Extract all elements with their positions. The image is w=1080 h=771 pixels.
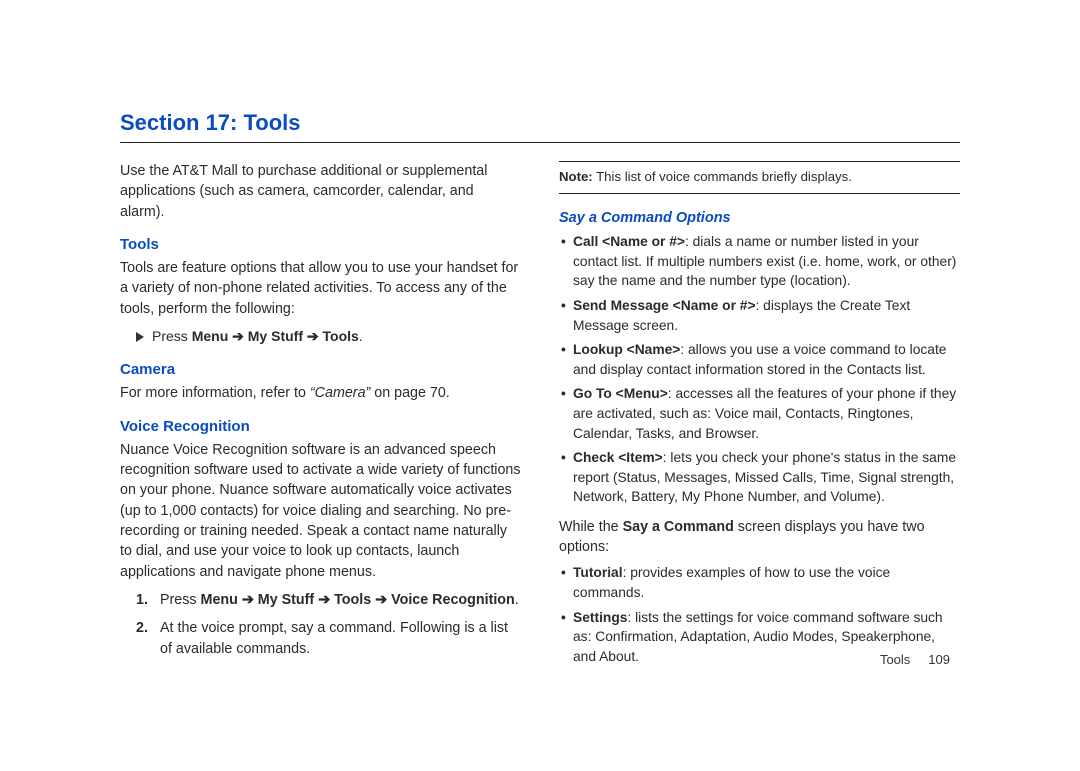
arrow-icon: ➔ <box>303 328 323 344</box>
step-number: 2. <box>136 618 160 659</box>
step-bold: My Stuff <box>258 592 314 608</box>
arrow-icon: ➔ <box>371 592 391 608</box>
arrow-icon: ➔ <box>228 328 248 344</box>
voice-recognition-paragraph: Nuance Voice Recognition software is an … <box>120 440 521 582</box>
mid-bold: Say a Command <box>623 519 734 535</box>
step-bold: Voice Recognition <box>391 592 515 608</box>
camera-text-pre: For more information, refer to <box>120 385 310 401</box>
two-column-layout: Use the AT&T Mall to purchase additional… <box>120 161 960 676</box>
say-command-heading: Say a Command Options <box>559 208 960 229</box>
cmd-name: Check <Item> <box>573 450 663 465</box>
list-item: Send Message <Name or #>: displays the C… <box>559 296 960 335</box>
note-label: Note: <box>559 169 593 184</box>
opt-name: Tutorial <box>573 565 623 580</box>
note-text: This list of voice commands briefly disp… <box>593 169 852 184</box>
step-post: . <box>515 592 519 608</box>
cmd-name: Lookup <Name> <box>573 342 680 357</box>
camera-heading: Camera <box>120 359 521 380</box>
voice-steps: 1. Press Menu ➔ My Stuff ➔ Tools ➔ Voice… <box>136 590 521 659</box>
camera-text-post: on page 70. <box>370 385 450 401</box>
step-text: Press Menu ➔ My Stuff ➔ Tools ➔ Voice Re… <box>160 590 519 610</box>
mid-paragraph: While the Say a Command screen displays … <box>559 517 960 558</box>
cmd-name: Go To <Menu> <box>573 386 668 401</box>
step-bold: Menu <box>201 592 238 608</box>
options-list: Tutorial: provides examples of how to us… <box>559 563 960 666</box>
camera-reference: “Camera” <box>310 385 370 401</box>
list-item: Go To <Menu>: accesses all the features … <box>559 384 960 443</box>
step-item: 1. Press Menu ➔ My Stuff ➔ Tools ➔ Voice… <box>136 590 521 610</box>
note-box: Note: This list of voice commands briefl… <box>559 161 960 194</box>
page-footer: Tools 109 <box>880 652 950 667</box>
voice-recognition-heading: Voice Recognition <box>120 416 521 437</box>
list-item: Tutorial: provides examples of how to us… <box>559 563 960 602</box>
tools-heading: Tools <box>120 234 521 255</box>
opt-name: Settings <box>573 610 627 625</box>
step-text: At the voice prompt, say a command. Foll… <box>160 618 521 659</box>
nav-mystuff: My Stuff <box>248 328 303 344</box>
step-bold: Tools <box>334 592 371 608</box>
nav-menu: Menu <box>192 328 229 344</box>
mid-pre: While the <box>559 519 623 535</box>
arrow-icon: ➔ <box>314 592 334 608</box>
intro-paragraph: Use the AT&T Mall to purchase additional… <box>120 161 521 222</box>
step-item: 2. At the voice prompt, say a command. F… <box>136 618 521 659</box>
nav-period: . <box>359 328 363 344</box>
list-item: Call <Name or #>: dials a name or number… <box>559 232 960 291</box>
nav-tools: Tools <box>323 328 359 344</box>
right-column: Note: This list of voice commands briefl… <box>559 161 960 676</box>
step-number: 1. <box>136 590 160 610</box>
command-list: Call <Name or #>: dials a name or number… <box>559 232 960 507</box>
section-title: Section 17: Tools <box>120 110 960 143</box>
nav-path: Press Menu ➔ My Stuff ➔ Tools. <box>136 327 521 347</box>
step-pre: Press <box>160 592 201 608</box>
triangle-icon <box>136 332 144 342</box>
list-item: Lookup <Name>: allows you use a voice co… <box>559 340 960 379</box>
page-number: 109 <box>928 652 950 667</box>
arrow-icon: ➔ <box>238 592 258 608</box>
cmd-name: Send Message <Name or #> <box>573 298 756 313</box>
cmd-name: Call <Name or #> <box>573 234 685 249</box>
tools-paragraph: Tools are feature options that allow you… <box>120 258 521 319</box>
list-item: Check <Item>: lets you check your phone'… <box>559 448 960 507</box>
nav-press: Press <box>152 328 192 344</box>
camera-paragraph: For more information, refer to “Camera” … <box>120 383 521 403</box>
left-column: Use the AT&T Mall to purchase additional… <box>120 161 521 676</box>
manual-page: Section 17: Tools Use the AT&T Mall to p… <box>0 0 1080 771</box>
footer-label: Tools <box>880 652 910 667</box>
